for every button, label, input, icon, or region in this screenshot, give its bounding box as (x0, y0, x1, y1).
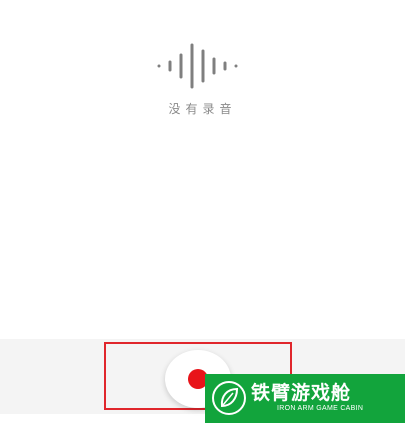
audio-waveform-icon (157, 43, 238, 89)
watermark-title: 铁臂游戏舱 (251, 382, 352, 404)
watermark-subtitle: IRON ARM GAME CABIN (277, 405, 364, 412)
empty-state-label: 没有录音 (168, 102, 237, 116)
leaf-logo-icon (212, 381, 246, 415)
watermark-banner: 铁臂游戏舱 IRON ARM GAME CABIN (205, 374, 405, 423)
